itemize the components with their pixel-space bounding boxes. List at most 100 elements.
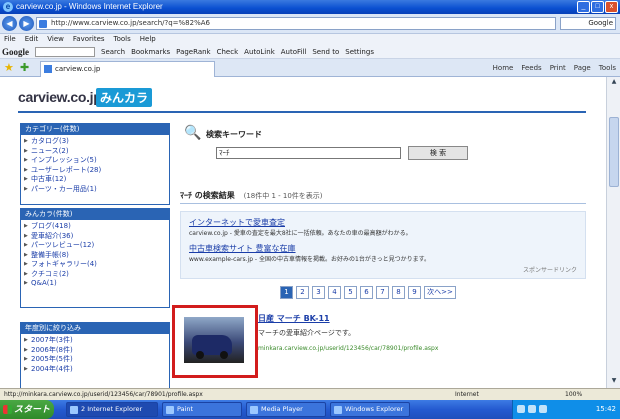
google-item-settings[interactable]: Settings	[345, 45, 374, 58]
tray-icons	[517, 405, 547, 413]
vertical-scrollbar[interactable]: ▲ ▼	[606, 77, 620, 388]
search-button[interactable]: 検 索	[408, 146, 468, 160]
google-item-autofill[interactable]: AutoFill	[281, 45, 307, 58]
cmd-tools[interactable]: Tools	[599, 62, 616, 74]
page-link[interactable]: 3	[312, 286, 325, 299]
ad-title[interactable]: インターネットで愛車査定	[189, 217, 577, 228]
google-item-bookmarks[interactable]: Bookmarks	[131, 45, 170, 58]
task-label: Windows Explorer	[345, 405, 404, 413]
google-item-check[interactable]: Check	[217, 45, 239, 58]
tray-network-icon[interactable]	[517, 405, 525, 413]
scroll-thumb[interactable]	[609, 117, 619, 187]
result-title-link[interactable]: 日産 マーチ BK-11	[258, 313, 330, 324]
result-item: 日産 マーチ BK-11 マーチの愛車紹介ページです。 minkara.carv…	[170, 303, 590, 383]
sidebar-minkara-box: みんカラ(件数) ブログ(418) 愛車紹介(36) パーツレビュー(12) 整…	[20, 208, 170, 308]
url-text: http://www.carview.co.jp/search/?q=%82%A…	[51, 19, 210, 27]
ie-task-icon	[70, 406, 78, 414]
sidebar-item[interactable]: 2005年(5件)	[24, 355, 169, 365]
page-link[interactable]: 2	[296, 286, 309, 299]
pagination: 1 2 3 4 5 6 7 8 9 次へ>>	[280, 286, 456, 299]
sponsored-ads: インターネットで愛車査定 carview.co.jp - 愛車の査定を最大8社に…	[180, 211, 586, 279]
sidebar-item[interactable]: インプレッション(5)	[24, 156, 169, 166]
google-item-pagerank[interactable]: PageRank	[176, 45, 210, 58]
google-item-search[interactable]: Search	[101, 45, 125, 58]
sidebar-item[interactable]: ブログ(418)	[24, 222, 169, 232]
result-description: マーチの愛車紹介ページです。	[258, 329, 356, 337]
media-task-icon	[250, 406, 258, 414]
maximize-button[interactable]: □	[591, 1, 604, 13]
sidebar-item[interactable]: 中古車(12)	[24, 175, 169, 185]
back-icon[interactable]: ◀	[2, 16, 17, 31]
cmd-feeds[interactable]: Feeds	[521, 62, 541, 74]
sidebar-item[interactable]: パーツ・カー用品(1)	[24, 185, 169, 195]
add-favorites-icon[interactable]: ✚	[20, 61, 29, 74]
minimize-button[interactable]: _	[577, 1, 590, 13]
menu-help[interactable]: Help	[140, 34, 156, 45]
result-thumbnail[interactable]	[172, 305, 258, 378]
sidebar-item[interactable]: フォトギャラリー(4)	[24, 260, 169, 270]
results-count: (18件中 1 - 10件を表示)	[243, 192, 323, 200]
close-button[interactable]: x	[605, 1, 618, 13]
page-link[interactable]: 4	[328, 286, 341, 299]
tray-volume-icon[interactable]	[528, 405, 536, 413]
sidebar-item[interactable]: ニュース(2)	[24, 147, 169, 157]
task-paint[interactable]: Paint	[162, 402, 242, 417]
sidebar-item[interactable]: 2004年(4件)	[24, 365, 169, 375]
next-page-link[interactable]: 次へ>>	[424, 286, 456, 299]
task-explorer[interactable]: Windows Explorer	[330, 402, 410, 417]
task-ie[interactable]: 2 Internet Explorer	[66, 402, 158, 417]
browser-search-label: Google	[588, 19, 613, 27]
sidebar-item[interactable]: カタログ(3)	[24, 137, 169, 147]
cmd-page[interactable]: Page	[574, 62, 591, 74]
menu-favorites[interactable]: Favorites	[73, 34, 105, 45]
page-link[interactable]: 1	[280, 286, 293, 299]
cmd-home[interactable]: Home	[493, 62, 514, 74]
sidebar-item[interactable]: 2007年(3件)	[24, 336, 169, 346]
browser-search-input[interactable]: Google	[560, 17, 616, 30]
search-panel: 🔍 検索キーワード ﾏｰﾁ 検 索	[180, 119, 585, 167]
cmd-print[interactable]: Print	[550, 62, 566, 74]
page-link[interactable]: 7	[376, 286, 389, 299]
tab-carview[interactable]: carview.co.jp	[40, 61, 215, 77]
sidebar-item[interactable]: ユーザーレポート(28)	[24, 166, 169, 176]
scroll-down-icon[interactable]: ▼	[609, 377, 619, 387]
tray-security-icon[interactable]	[539, 405, 547, 413]
menu-view[interactable]: View	[47, 34, 64, 45]
page-icon	[39, 20, 47, 28]
keyword-input[interactable]: ﾏｰﾁ	[216, 147, 401, 159]
google-search-input[interactable]	[35, 47, 95, 57]
address-bar: ◀ ▶ http://www.carview.co.jp/search/?q=%…	[0, 14, 620, 34]
car-wheel-shape	[220, 351, 228, 359]
result-url[interactable]: minkara.carview.co.jp/userid/123456/car/…	[258, 345, 558, 352]
scroll-up-icon[interactable]: ▲	[609, 78, 619, 88]
sidebar-item[interactable]: 愛車紹介(36)	[24, 232, 169, 242]
task-label: Paint	[177, 405, 194, 413]
menu-edit[interactable]: Edit	[25, 34, 39, 45]
sidebar-item[interactable]: クチコミ(2)	[24, 270, 169, 280]
google-item-sendto[interactable]: Send to	[312, 45, 339, 58]
google-item-autolink[interactable]: AutoLink	[244, 45, 275, 58]
ad-title[interactable]: 中古車検索サイト 豊富な在庫	[189, 243, 577, 254]
minkara-logo[interactable]: みんカラ	[96, 88, 153, 107]
menu-file[interactable]: File	[4, 34, 16, 45]
clock[interactable]: 15:42	[596, 405, 616, 413]
zoom-level[interactable]: 100%	[565, 389, 582, 400]
forward-icon[interactable]: ▶	[19, 16, 34, 31]
sidebar-item[interactable]: パーツレビュー(12)	[24, 241, 169, 251]
favorites-star-icon[interactable]: ★	[4, 61, 14, 74]
sidebar-item[interactable]: 整備手帳(8)	[24, 251, 169, 261]
url-field[interactable]: http://www.carview.co.jp/search/?q=%82%A…	[36, 17, 556, 30]
sidebar-item[interactable]: 2006年(8件)	[24, 346, 169, 356]
page-link[interactable]: 6	[360, 286, 373, 299]
menu-tools[interactable]: Tools	[114, 34, 131, 45]
sidebar-item[interactable]: Q&A(1)	[24, 279, 169, 289]
start-button[interactable]: スタート	[0, 400, 54, 419]
site-logo[interactable]: carview.co.jp	[18, 89, 102, 105]
task-media[interactable]: Media Player	[246, 402, 326, 417]
page-link[interactable]: 5	[344, 286, 357, 299]
results-divider	[180, 203, 586, 204]
explorer-task-icon	[334, 406, 342, 414]
page-link[interactable]: 9	[408, 286, 421, 299]
page-link[interactable]: 8	[392, 286, 405, 299]
tab-bar: ★ ✚ carview.co.jp Home Feeds Print Page …	[0, 59, 620, 77]
